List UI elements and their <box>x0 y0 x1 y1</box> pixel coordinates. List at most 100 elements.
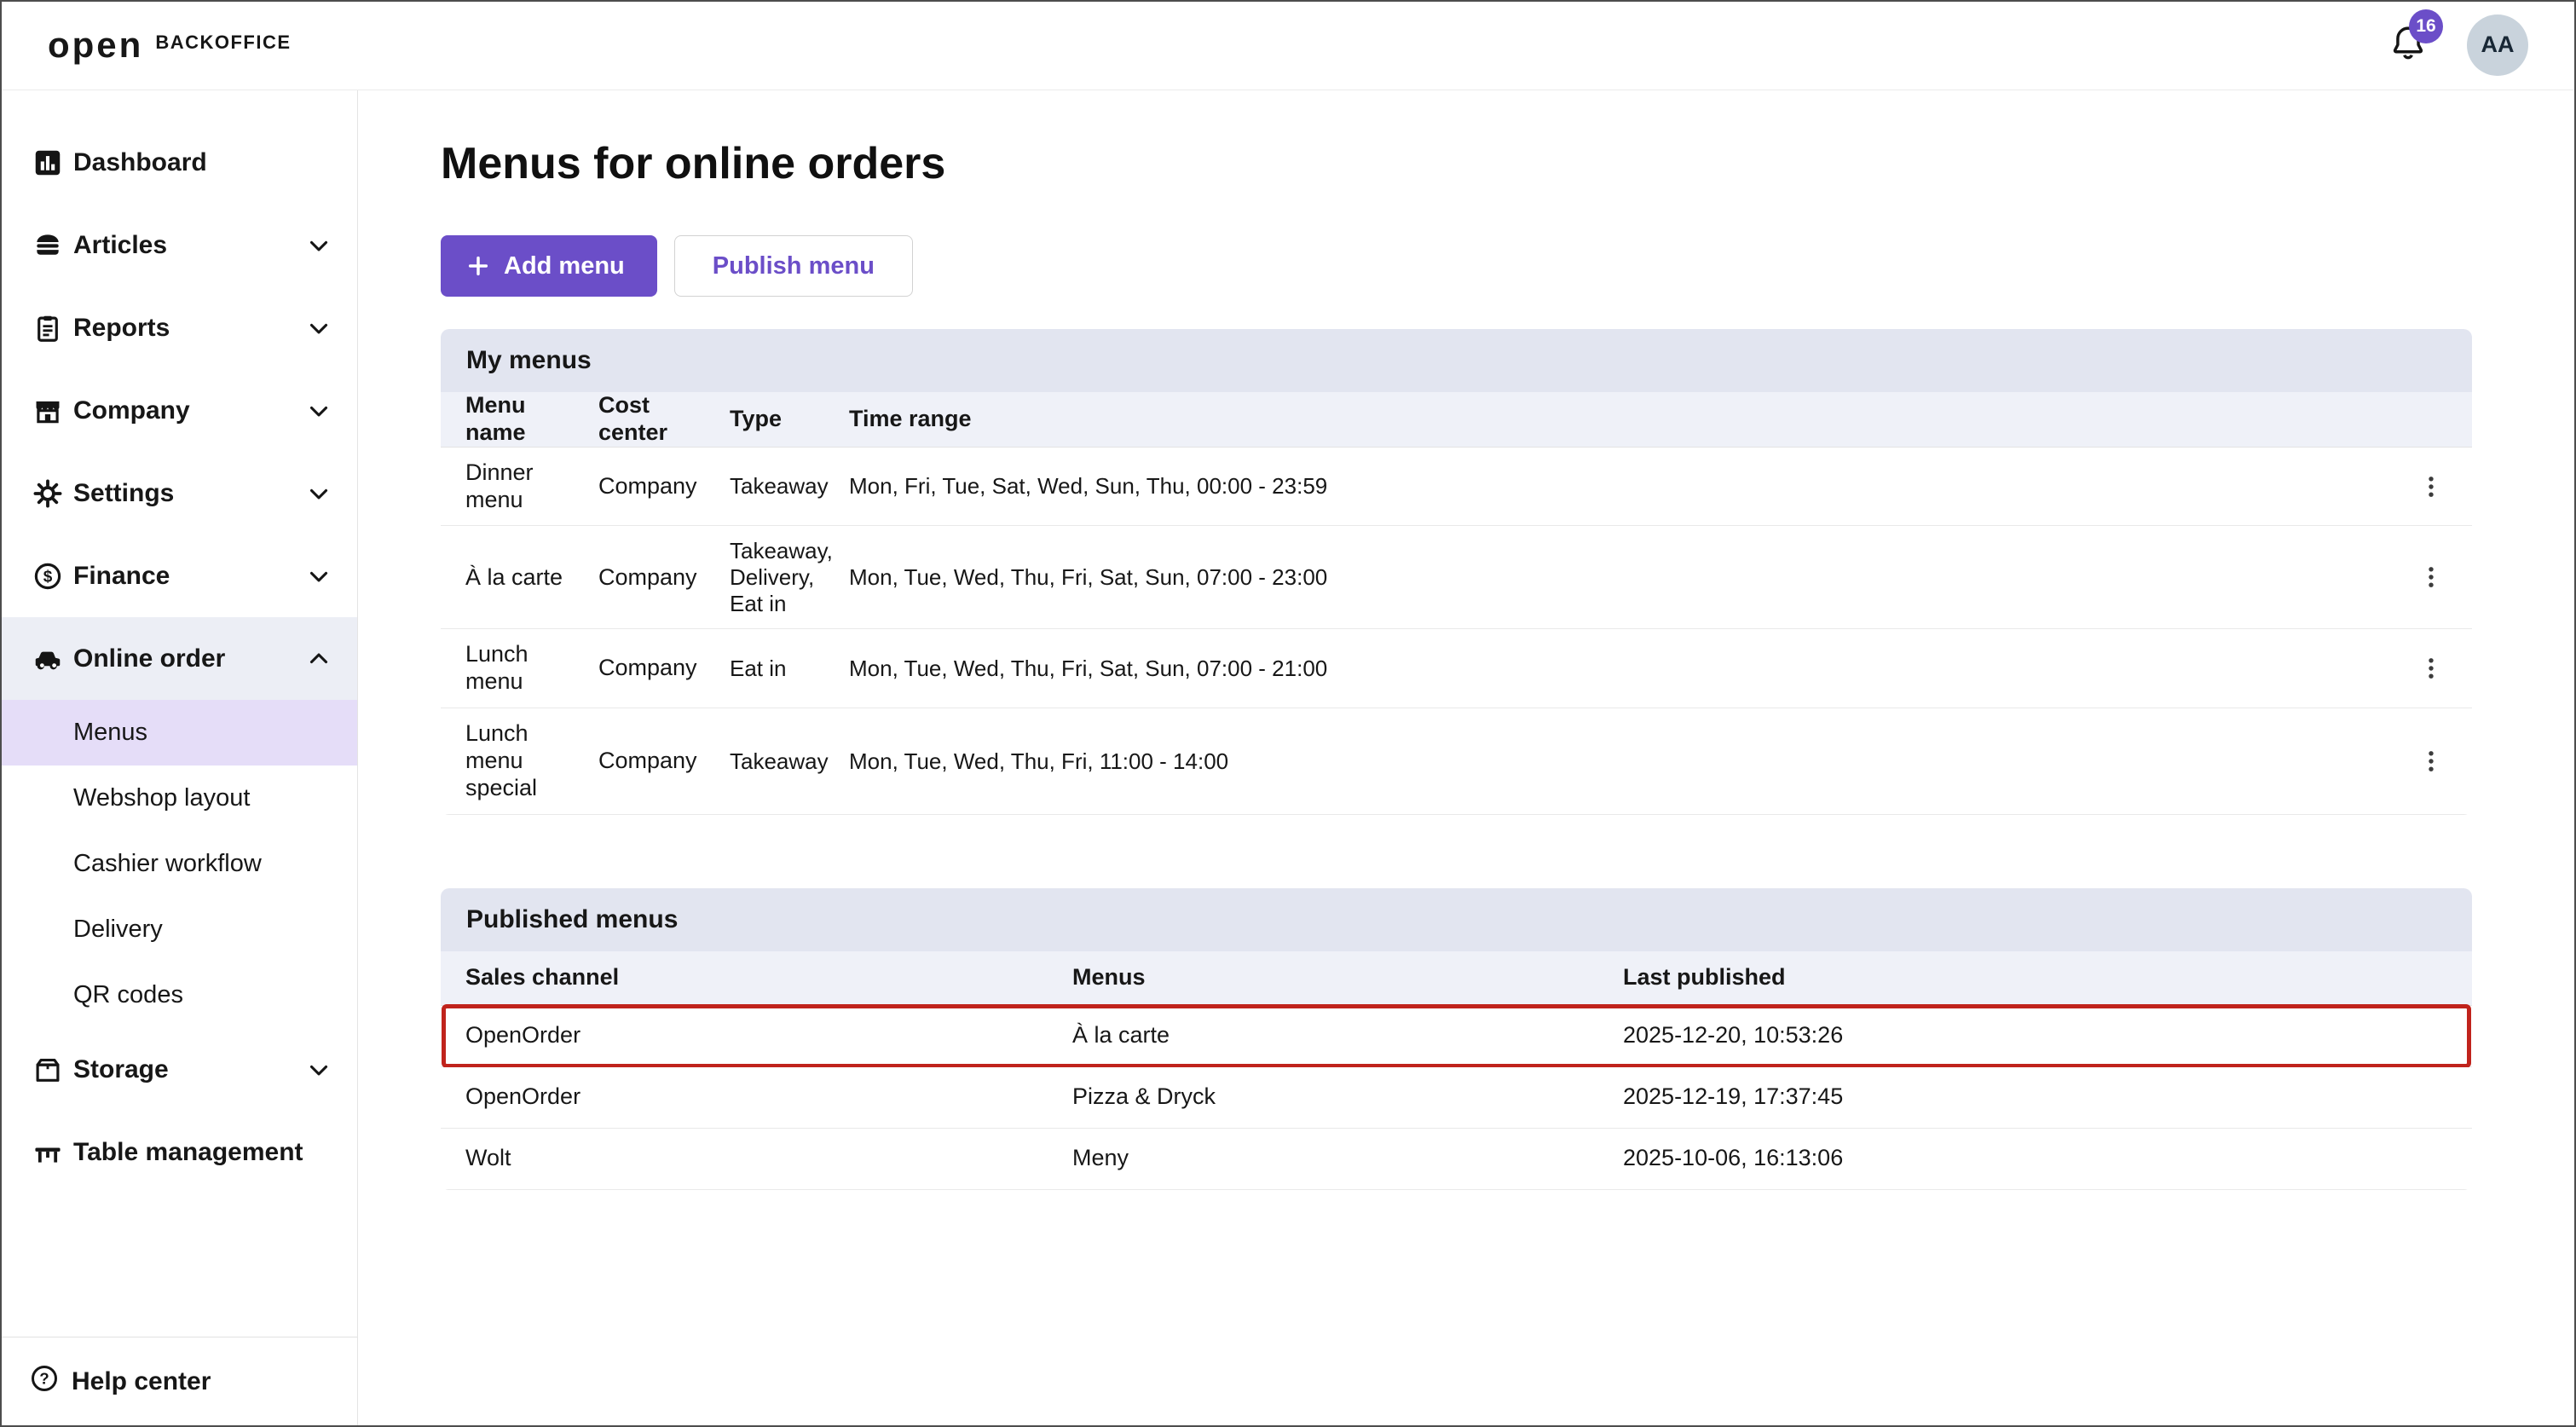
sidebar-item-table-management[interactable]: Table management <box>0 1111 357 1193</box>
main-content: Menus for online orders Add menu Publish… <box>358 90 2576 1426</box>
menus-cell: À la carte <box>1072 1022 1623 1049</box>
sidebar-item-label: Reports <box>73 314 170 343</box>
topbar-right: 16 AA <box>2388 14 2528 76</box>
table-row[interactable]: Lunch menu Company Eat in Mon, Tue, Wed,… <box>441 629 2472 708</box>
avatar[interactable]: AA <box>2467 14 2528 76</box>
sidebar-item-articles[interactable]: Articles <box>0 204 357 286</box>
action-buttons: Add menu Publish menu <box>441 235 2472 297</box>
type-cell: Takeaway <box>730 748 849 775</box>
sidebar-subitem-menus[interactable]: Menus <box>0 700 357 765</box>
table-row[interactable]: OpenOrder Pizza & Dryck 2025-12-19, 17:3… <box>441 1067 2472 1129</box>
time-range-cell: Mon, Tue, Wed, Thu, Fri, Sat, Sun, 07:00… <box>849 564 2390 591</box>
menu-name-cell: Lunch menu special <box>465 720 598 802</box>
chevron-down-icon <box>304 396 333 425</box>
gear-icon <box>29 475 66 512</box>
table-row[interactable]: Lunch menu special Company Takeaway Mon,… <box>441 708 2472 815</box>
last-published-cell: 2025-12-19, 17:37:45 <box>1623 1083 2472 1111</box>
table-icon <box>29 1134 66 1171</box>
sidebar-item-dashboard[interactable]: Dashboard <box>0 121 357 204</box>
my-menus-section: My menus Menu name Cost center Type Time… <box>441 329 2472 815</box>
notification-count-badge: 16 <box>2409 9 2443 43</box>
sidebar-item-settings[interactable]: Settings <box>0 452 357 534</box>
last-published-cell: 2025-12-20, 10:53:26 <box>1623 1022 2472 1049</box>
sidebar-subitem-label: QR codes <box>73 981 183 1009</box>
chevron-down-icon <box>304 231 333 260</box>
add-menu-button[interactable]: Add menu <box>441 235 657 297</box>
cost-center-cell: Company <box>598 655 730 682</box>
sales-channel-cell: Wolt <box>465 1145 1072 1172</box>
sidebar-item-storage[interactable]: Storage <box>0 1028 357 1111</box>
publish-menu-label: Publish menu <box>713 252 875 280</box>
chevron-down-icon <box>304 479 333 508</box>
help-center-button[interactable]: ? Help center <box>0 1337 357 1426</box>
my-menus-title: My menus <box>466 346 592 375</box>
kebab-menu-icon[interactable] <box>2417 654 2446 683</box>
published-menus-title: Published menus <box>466 905 678 934</box>
column-header: Sales channel <box>465 964 1072 991</box>
type-cell: Takeaway <box>730 473 849 500</box>
svg-text:$: $ <box>43 568 53 586</box>
sidebar-subitem-label: Menus <box>73 719 147 747</box>
notifications-button[interactable]: 16 <box>2388 23 2428 66</box>
published-menus-section: Published menus Sales channel Menus Last… <box>441 888 2472 1190</box>
kebab-menu-icon[interactable] <box>2417 472 2446 501</box>
publish-menu-button[interactable]: Publish menu <box>674 235 913 297</box>
last-published-cell: 2025-10-06, 16:13:06 <box>1623 1145 2472 1172</box>
cost-center-cell: Company <box>598 748 730 775</box>
type-cell: Eat in <box>730 656 849 682</box>
topbar: open BACKOFFICE 16 AA <box>0 0 2576 90</box>
my-menus-table: Dinner menu Company Takeaway Mon, Fri, T… <box>441 448 2472 815</box>
time-range-cell: Mon, Tue, Wed, Thu, Fri, Sat, Sun, 07:00… <box>849 656 2390 682</box>
published-menus-column-headers: Sales channel Menus Last published <box>441 951 2472 1006</box>
plus-icon <box>465 252 492 280</box>
column-header: Last published <box>1623 964 2472 991</box>
sidebar-item-label: Online order <box>73 644 225 673</box>
sidebar-bottom: ? Help center <box>0 1337 357 1426</box>
menu-name-cell: Lunch menu <box>465 641 598 696</box>
column-header: Type <box>730 406 849 433</box>
sidebar-item-reports[interactable]: Reports <box>0 286 357 369</box>
time-range-cell: Mon, Fri, Tue, Sat, Wed, Sun, Thu, 00:00… <box>849 473 2390 500</box>
sidebar-subitem-delivery[interactable]: Delivery <box>0 897 357 962</box>
sidebar-subitem-label: Webshop layout <box>73 784 250 812</box>
table-row[interactable]: Wolt Meny 2025-10-06, 16:13:06 <box>441 1129 2472 1190</box>
sidebar-subitem-label: Cashier workflow <box>73 850 262 878</box>
box-icon <box>29 1051 66 1089</box>
chevron-down-icon <box>304 562 333 591</box>
app-logo: open BACKOFFICE <box>48 25 292 66</box>
table-row[interactable]: OpenOrder À la carte 2025-12-20, 10:53:2… <box>441 1006 2472 1067</box>
kebab-menu-icon[interactable] <box>2417 563 2446 592</box>
published-menus-header: Published menus <box>441 888 2472 951</box>
table-row[interactable]: Dinner menu Company Takeaway Mon, Fri, T… <box>441 448 2472 527</box>
sidebar-item-online-order[interactable]: Online order <box>0 617 357 700</box>
cost-center-cell: Company <box>598 564 730 592</box>
column-header: Menu name <box>465 392 598 447</box>
my-menus-header: My menus <box>441 329 2472 392</box>
table-row[interactable]: À la carte Company Takeaway, Delivery, E… <box>441 526 2472 629</box>
menus-cell: Meny <box>1072 1145 1623 1172</box>
chevron-up-icon <box>304 644 333 673</box>
kebab-menu-icon[interactable] <box>2417 747 2446 776</box>
sidebar-item-label: Table management <box>73 1138 303 1167</box>
sidebar-item-company[interactable]: Company <box>0 369 357 452</box>
sales-channel-cell: OpenOrder <box>465 1022 1072 1049</box>
sidebar-subitem-qr-codes[interactable]: QR codes <box>0 962 357 1028</box>
published-menus-table: OpenOrder À la carte 2025-12-20, 10:53:2… <box>441 1006 2472 1190</box>
chevron-down-icon <box>304 1055 333 1084</box>
question-circle-icon: ? <box>29 1363 60 1401</box>
sidebar-subitem-webshop-layout[interactable]: Webshop layout <box>0 765 357 831</box>
sidebar-subitem-label: Delivery <box>73 916 163 944</box>
page-title: Menus for online orders <box>441 138 2472 189</box>
sidebar-subitem-cashier-workflow[interactable]: Cashier workflow <box>0 831 357 897</box>
bell-icon <box>2388 51 2428 66</box>
menus-cell: Pizza & Dryck <box>1072 1083 1623 1111</box>
sidebar-item-label: Finance <box>73 562 170 591</box>
sidebar-item-finance[interactable]: $ Finance <box>0 534 357 617</box>
dollar-circle-icon: $ <box>29 558 66 595</box>
svg-text:?: ? <box>39 1370 49 1388</box>
my-menus-column-headers: Menu name Cost center Type Time range <box>441 392 2472 448</box>
logo-open-text: open <box>48 25 143 66</box>
sidebar-item-label: Dashboard <box>73 148 207 177</box>
column-header: Menus <box>1072 964 1623 991</box>
logo-backoffice-text: BACKOFFICE <box>155 32 291 54</box>
